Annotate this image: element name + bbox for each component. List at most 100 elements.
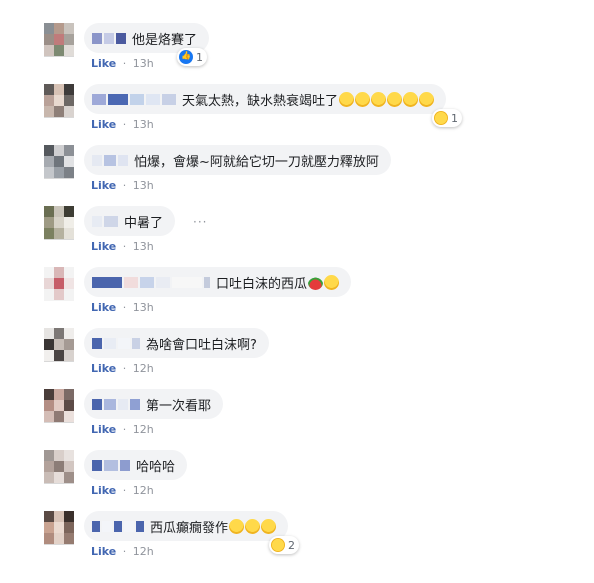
timestamp[interactable]: 12h xyxy=(133,362,154,375)
timestamp[interactable]: 13h xyxy=(133,240,154,253)
reaction-count-badge[interactable]: 1 xyxy=(177,48,207,66)
like-link[interactable]: Like xyxy=(91,301,116,314)
comment-bubble: 口吐白沫的西瓜 xyxy=(84,267,352,297)
commenter-name[interactable] xyxy=(92,459,132,471)
laughing-face-icon xyxy=(229,518,245,534)
timestamp[interactable]: 13h xyxy=(133,118,154,131)
grinning-face-icon xyxy=(324,274,340,290)
comment-text: 哈哈哈 xyxy=(136,459,176,475)
comment-text: 口吐白沫的西瓜 xyxy=(216,276,308,292)
laughing-face-icon xyxy=(245,518,261,534)
commenter-name[interactable] xyxy=(92,520,146,532)
comment-text: 第一次看耶 xyxy=(146,398,212,414)
separator: · xyxy=(122,240,127,253)
like-link[interactable]: Like xyxy=(91,484,116,497)
avatar[interactable] xyxy=(44,511,74,545)
timestamp[interactable]: 13h xyxy=(133,179,154,192)
comment-text: 他是烙賽了 xyxy=(132,32,198,48)
comment-bubble: 第一次看耶 xyxy=(84,389,224,419)
like-link[interactable]: Like xyxy=(91,57,116,70)
commenter-name[interactable] xyxy=(92,32,128,44)
comment-bubble: 怕爆，會爆~阿就給它切一刀就壓力釋放阿 xyxy=(84,145,391,175)
commenter-name[interactable] xyxy=(92,337,142,349)
timestamp[interactable]: 13h xyxy=(133,301,154,314)
comment: 怕爆，會爆~阿就給它切一刀就壓力釋放阿 Like · 13h xyxy=(0,142,594,203)
separator: · xyxy=(122,423,127,436)
comment-meta: Like · 12h xyxy=(91,545,154,558)
comment-meta: Like · 13h xyxy=(91,179,154,192)
separator: · xyxy=(122,57,127,70)
separator: · xyxy=(122,484,127,497)
separator: · xyxy=(122,118,127,131)
like-icon xyxy=(179,50,193,64)
avatar[interactable] xyxy=(44,23,74,57)
avatar[interactable] xyxy=(44,389,74,423)
comment: 第一次看耶 Like · 12h xyxy=(0,386,594,447)
reaction-count: 1 xyxy=(196,50,203,64)
crying-face-icon xyxy=(403,91,419,107)
crying-face-icon xyxy=(371,91,387,107)
commenter-name[interactable] xyxy=(92,398,142,410)
comment-bubble: 為啥會口吐白沫啊? xyxy=(84,328,269,358)
crying-face-icon xyxy=(355,91,371,107)
crying-face-icon xyxy=(339,91,355,107)
timestamp[interactable]: 12h xyxy=(133,545,154,558)
comment: 他是烙賽了 1 Like · 13h xyxy=(0,20,594,81)
comment: 天氣太熱，缺水熱衰竭吐了 1 Like · 13h xyxy=(0,81,594,142)
separator: · xyxy=(122,301,127,314)
comment-bubble: 天氣太熱，缺水熱衰竭吐了 xyxy=(84,84,447,114)
reaction-count-badge[interactable]: 1 xyxy=(432,109,462,127)
like-link[interactable]: Like xyxy=(91,240,116,253)
reaction-count: 2 xyxy=(288,538,295,552)
comment-meta: Like · 12h xyxy=(91,423,154,436)
comment-text: 西瓜癲癇發作 xyxy=(150,520,229,536)
comment: 中暑了 ··· Like · 13h xyxy=(0,203,594,264)
commenter-name[interactable] xyxy=(92,154,130,166)
commenter-name[interactable] xyxy=(92,276,212,288)
timestamp[interactable]: 12h xyxy=(133,484,154,497)
avatar[interactable] xyxy=(44,84,74,118)
separator: · xyxy=(122,362,127,375)
haha-icon xyxy=(271,538,285,552)
like-link[interactable]: Like xyxy=(91,545,116,558)
like-link[interactable]: Like xyxy=(91,362,116,375)
comment-meta: Like · 12h xyxy=(91,484,154,497)
separator: · xyxy=(122,179,127,192)
avatar[interactable] xyxy=(44,145,74,179)
reaction-count: 1 xyxy=(451,111,458,125)
comment: 西瓜癲癇發作 2 Like · 12h xyxy=(0,508,594,569)
reaction-count-badge[interactable]: 2 xyxy=(269,536,299,554)
crying-face-icon xyxy=(419,91,435,107)
comment-meta: Like · 13h xyxy=(91,57,154,70)
comment-bubble: 哈哈哈 xyxy=(84,450,188,480)
more-options-icon[interactable]: ··· xyxy=(193,215,207,229)
watermelon-icon xyxy=(308,274,324,290)
avatar[interactable] xyxy=(44,267,74,301)
comment-meta: Like · 12h xyxy=(91,362,154,375)
avatar[interactable] xyxy=(44,450,74,484)
comment-bubble: 中暑了 xyxy=(84,206,176,236)
laughing-face-icon xyxy=(261,518,277,534)
timestamp[interactable]: 13h xyxy=(133,57,154,70)
comment-bubble: 西瓜癲癇發作 xyxy=(84,511,289,541)
comment-text: 中暑了 xyxy=(124,215,164,231)
commenter-name[interactable] xyxy=(92,93,178,105)
like-link[interactable]: Like xyxy=(91,118,116,131)
avatar[interactable] xyxy=(44,206,74,240)
comment: 哈哈哈 Like · 12h xyxy=(0,447,594,508)
timestamp[interactable]: 12h xyxy=(133,423,154,436)
crying-face-icon xyxy=(387,91,403,107)
comment: 為啥會口吐白沫啊? Like · 12h xyxy=(0,325,594,386)
like-link[interactable]: Like xyxy=(91,179,116,192)
comment: 口吐白沫的西瓜 Like · 13h xyxy=(0,264,594,325)
comment-text: 天氣太熱，缺水熱衰竭吐了 xyxy=(182,93,339,109)
haha-icon xyxy=(434,111,448,125)
comment-meta: Like · 13h xyxy=(91,301,154,314)
comment-meta: Like · 13h xyxy=(91,240,154,253)
like-link[interactable]: Like xyxy=(91,423,116,436)
comment-text: 怕爆，會爆~阿就給它切一刀就壓力釋放阿 xyxy=(134,154,379,170)
commenter-name[interactable] xyxy=(92,215,120,227)
comment-text: 為啥會口吐白沫啊? xyxy=(146,337,257,353)
avatar[interactable] xyxy=(44,328,74,362)
comment-meta: Like · 13h xyxy=(91,118,154,131)
